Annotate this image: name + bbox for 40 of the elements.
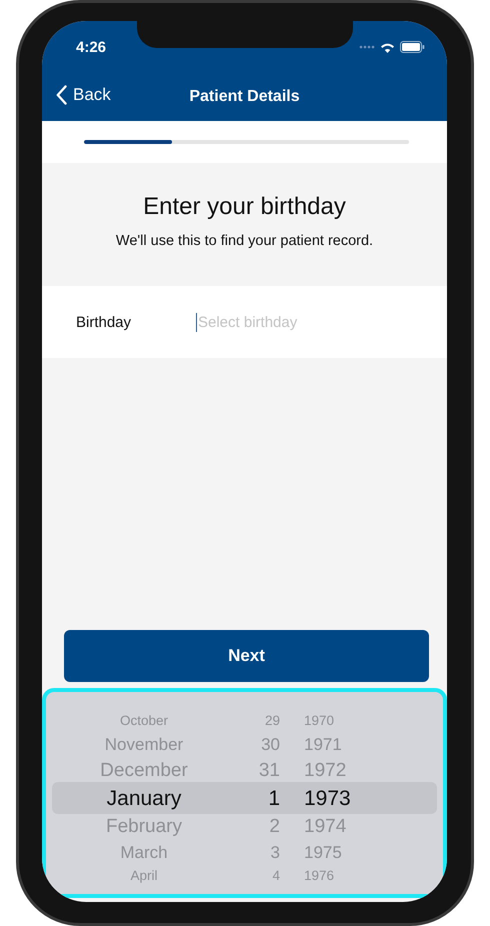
picker-year[interactable]: 1975 <box>280 844 380 860</box>
picker-row[interactable]: April 4 1976 <box>46 868 443 882</box>
picker-day[interactable]: 30 <box>216 736 280 752</box>
picker-row[interactable]: December 31 1972 <box>46 760 443 780</box>
next-button[interactable]: Next <box>64 630 429 682</box>
picker-row[interactable]: March 3 1975 <box>46 844 443 860</box>
picker-day[interactable]: 3 <box>216 844 280 860</box>
picker-row-selected[interactable]: January 1 1973 <box>46 788 443 808</box>
signal-icon <box>359 45 375 49</box>
picker-year[interactable]: 1976 <box>280 868 380 882</box>
picker-month[interactable]: December <box>46 760 216 780</box>
picker-year[interactable]: 1971 <box>280 736 380 752</box>
picker-day[interactable]: 2 <box>216 816 280 836</box>
field-label: Birthday <box>76 314 132 330</box>
date-picker[interactable]: October 29 1970 November 30 1971 December 31 1972 January 1 1973 February 2 1974 March 3 1975 April 4 1976 <box>42 688 447 898</box>
picker-day[interactable]: 1 <box>216 788 280 808</box>
status-time: 4:26 <box>76 38 106 56</box>
picker-year[interactable]: 1973 <box>280 788 380 808</box>
picker-month[interactable]: March <box>46 844 216 860</box>
back-button[interactable]: Back <box>56 85 111 105</box>
picker-month[interactable]: November <box>46 736 216 752</box>
picker-row[interactable]: February 2 1974 <box>46 816 443 836</box>
picker-month[interactable]: October <box>46 714 216 728</box>
chevron-left-icon <box>56 85 67 105</box>
picker-row[interactable]: November 30 1971 <box>46 736 443 752</box>
picker-month[interactable]: April <box>46 868 216 882</box>
subheading: We'll use this to find your patient record. <box>116 233 374 249</box>
picker-month[interactable]: February <box>46 816 216 836</box>
picker-day[interactable]: 29 <box>216 714 280 728</box>
screen-title: Patient Details <box>189 88 300 106</box>
wifi-icon <box>380 42 395 52</box>
picker-year[interactable]: 1972 <box>280 760 380 780</box>
battery-icon <box>400 41 425 53</box>
picker-day[interactable]: 4 <box>216 868 280 882</box>
picker-month[interactable]: January <box>46 788 216 808</box>
picker-year[interactable]: 1974 <box>280 816 380 836</box>
picker-year[interactable]: 1970 <box>280 714 380 728</box>
heading: Enter your birthday <box>143 193 346 221</box>
picker-row[interactable]: October 29 1970 <box>46 714 443 728</box>
picker-day[interactable]: 31 <box>216 760 280 780</box>
